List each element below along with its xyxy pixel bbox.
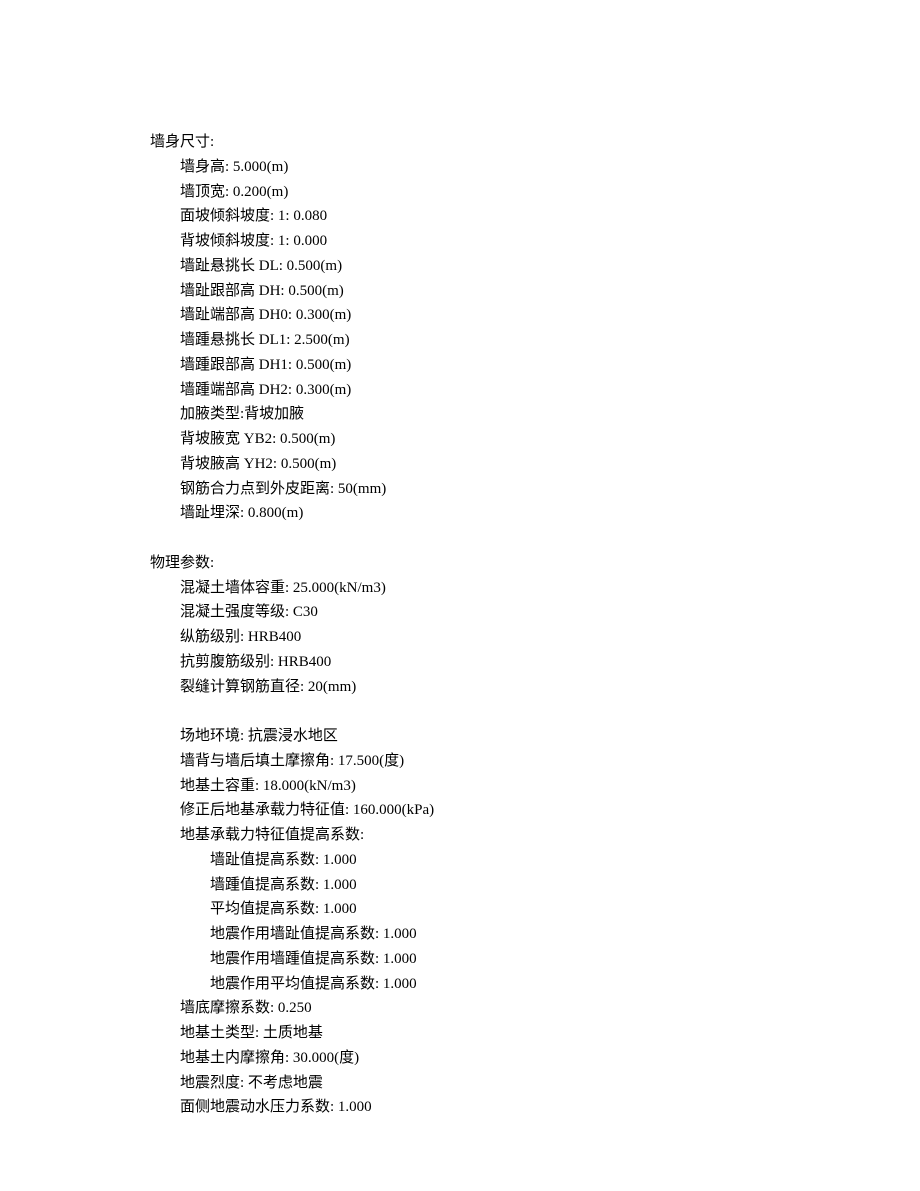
subparam-line: 墙踵值提高系数: 1.000 [150,873,770,898]
param-line: 地基土类型: 土质地基 [150,1021,770,1046]
param-line: 钢筋合力点到外皮距离: 50(mm) [150,477,770,502]
param-line: 修正后地基承载力特征值: 160.000(kPa) [150,798,770,823]
param-line: 裂缝计算钢筋直径: 20(mm) [150,675,770,700]
subparam-line: 地震作用平均值提高系数: 1.000 [150,972,770,997]
param-line: 墙身高: 5.000(m) [150,155,770,180]
param-line: 地基土容重: 18.000(kN/m3) [150,774,770,799]
param-line: 地震烈度: 不考虑地震 [150,1071,770,1096]
param-line: 墙趾端部高 DH0: 0.300(m) [150,303,770,328]
param-line: 地基土内摩擦角: 30.000(度) [150,1046,770,1071]
param-line: 墙底摩擦系数: 0.250 [150,996,770,1021]
param-line: 墙踵跟部高 DH1: 0.500(m) [150,353,770,378]
subparam-line: 墙趾值提高系数: 1.000 [150,848,770,873]
param-line: 背坡倾斜坡度: 1: 0.000 [150,229,770,254]
param-line: 背坡腋宽 YB2: 0.500(m) [150,427,770,452]
param-line: 面坡倾斜坡度: 1: 0.080 [150,204,770,229]
param-line: 墙踵端部高 DH2: 0.300(m) [150,378,770,403]
subparam-line: 平均值提高系数: 1.000 [150,897,770,922]
param-line: 场地环境: 抗震浸水地区 [150,724,770,749]
section-title-wall-dimensions: 墙身尺寸: [150,130,770,155]
param-line: 墙顶宽: 0.200(m) [150,180,770,205]
subparam-line: 地震作用墙踵值提高系数: 1.000 [150,947,770,972]
param-line: 墙踵悬挑长 DL1: 2.500(m) [150,328,770,353]
param-line: 墙背与墙后填土摩擦角: 17.500(度) [150,749,770,774]
param-line: 地基承载力特征值提高系数: [150,823,770,848]
param-line: 混凝土强度等级: C30 [150,600,770,625]
param-line: 墙趾埋深: 0.800(m) [150,501,770,526]
param-line: 混凝土墙体容重: 25.000(kN/m3) [150,576,770,601]
param-line: 纵筋级别: HRB400 [150,625,770,650]
param-line: 抗剪腹筋级别: HRB400 [150,650,770,675]
param-line: 背坡腋高 YH2: 0.500(m) [150,452,770,477]
param-line: 面侧地震动水压力系数: 1.000 [150,1095,770,1120]
section-title-physical-params: 物理参数: [150,551,770,576]
param-line: 墙趾跟部高 DH: 0.500(m) [150,279,770,304]
param-line: 墙趾悬挑长 DL: 0.500(m) [150,254,770,279]
param-line: 加腋类型:背坡加腋 [150,402,770,427]
subparam-line: 地震作用墙趾值提高系数: 1.000 [150,922,770,947]
